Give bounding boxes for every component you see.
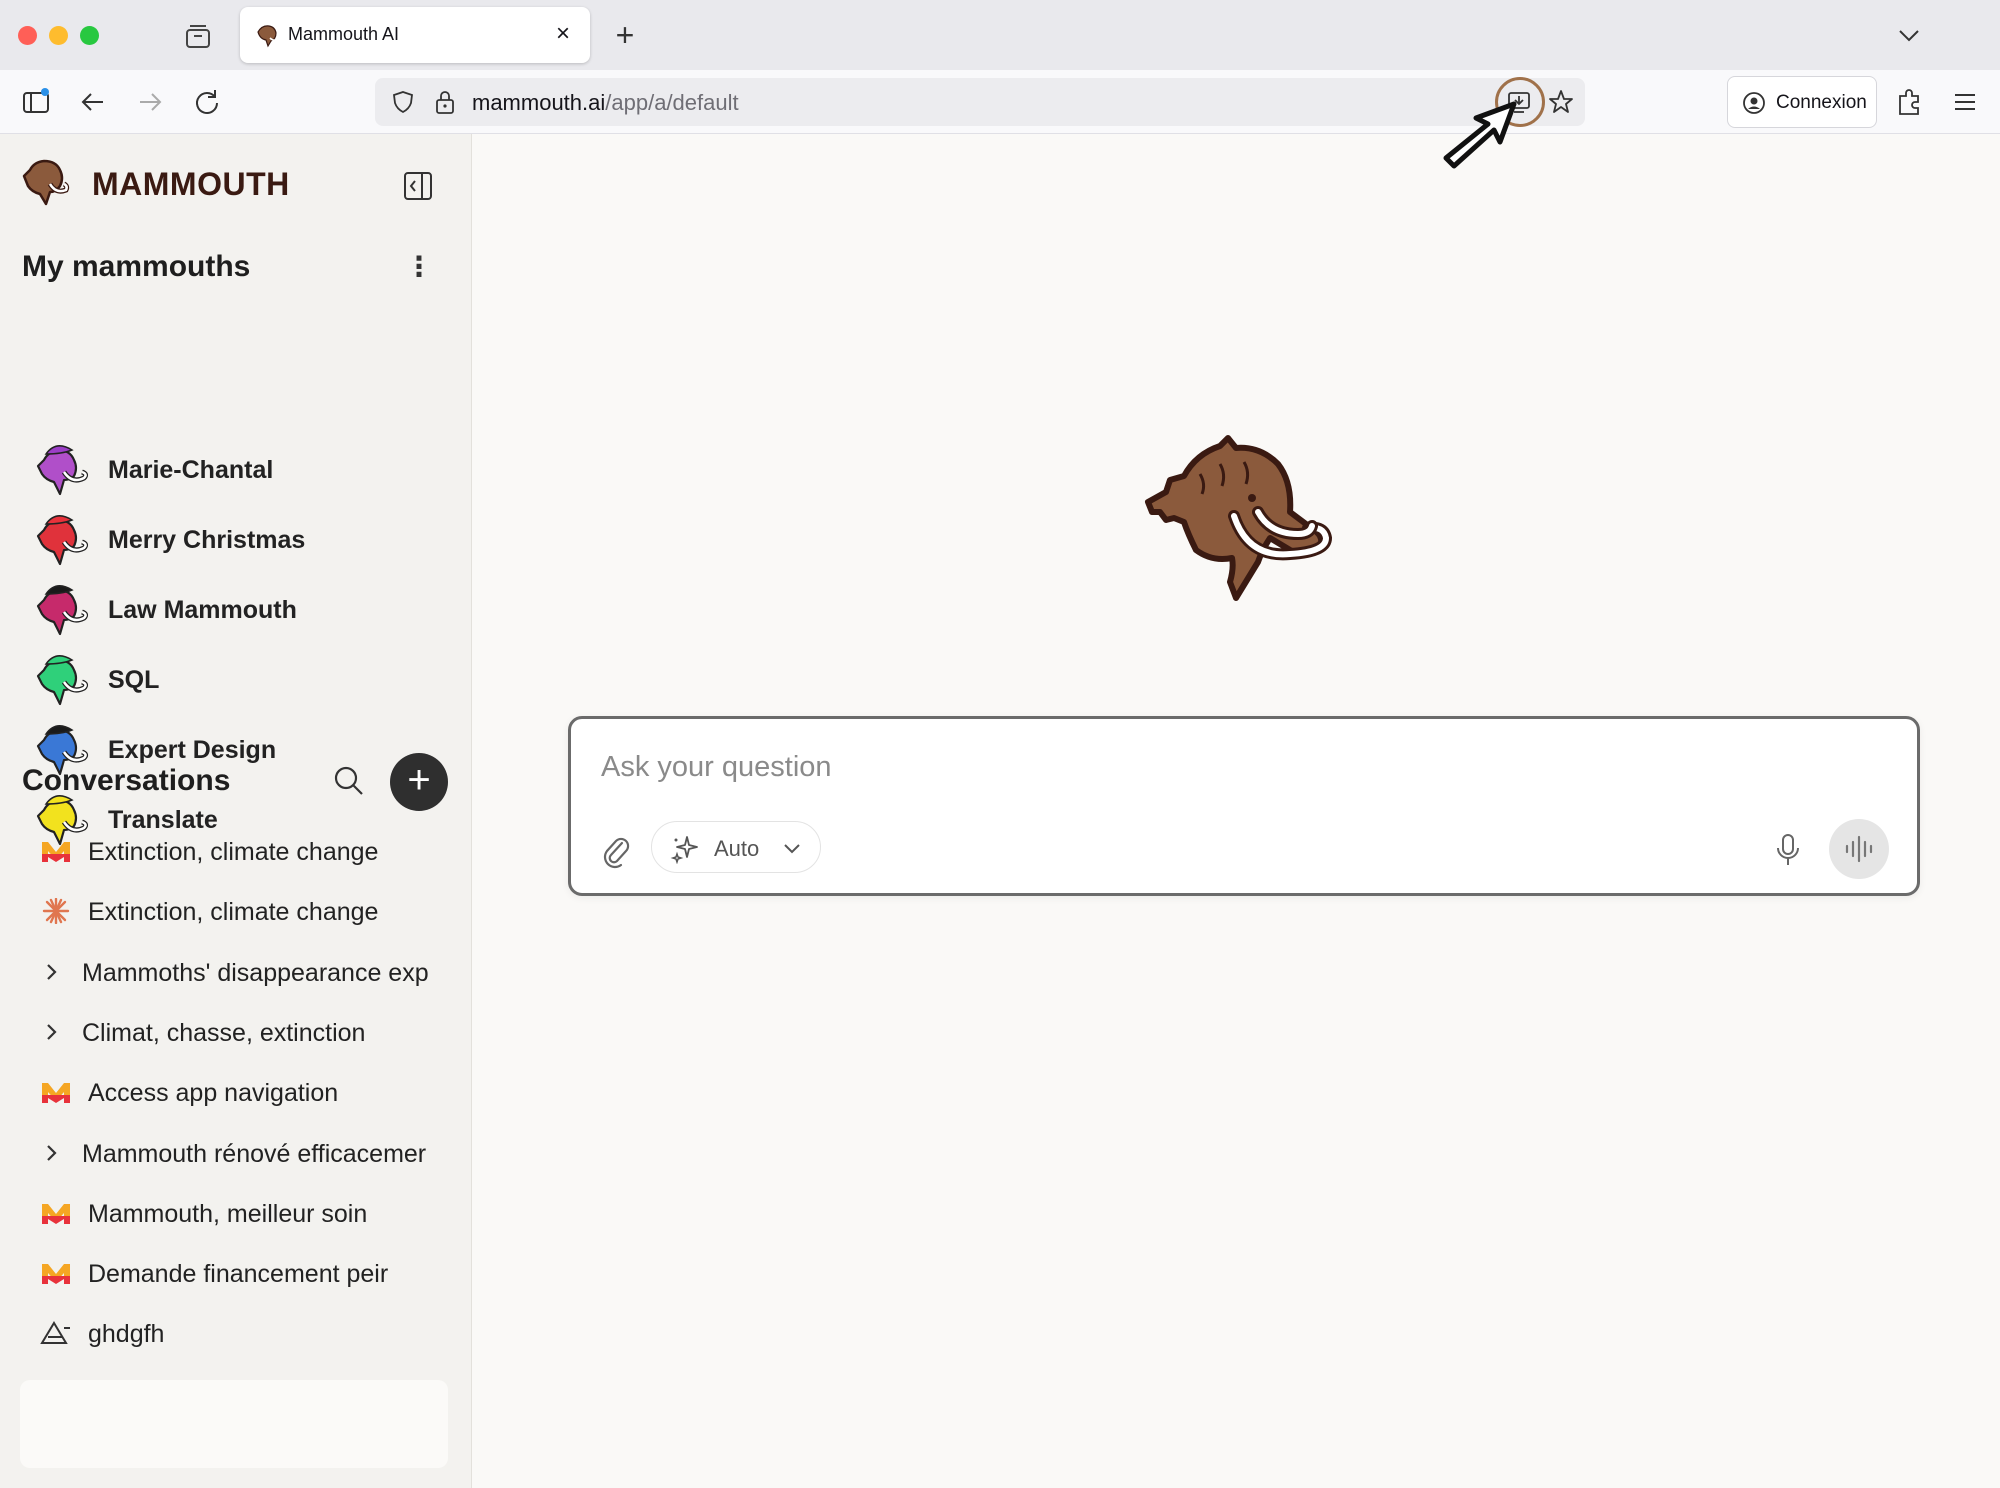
install-app-icon[interactable] [1505,88,1533,116]
connexion-button[interactable]: Connexion [1727,76,1877,128]
mammoth-label: Law Mammouth [108,596,297,624]
sidebar-footer-panel [20,1380,448,1468]
mammoth-label: Marie-Chantal [108,456,274,484]
conversation-item[interactable]: Extinction, climate change [22,886,444,936]
model-selector[interactable]: Auto [651,821,821,873]
mammouth-logo-icon [22,159,70,206]
mammoth-item[interactable]: SQL [28,648,448,710]
perplexity-icon [40,1321,70,1344]
chat-composer: Auto [568,716,1920,896]
conversation-item[interactable]: Mammoths' disappearance exp [22,947,444,997]
extensions-puzzle-icon[interactable] [1895,86,1925,118]
conversation-item[interactable]: Extinction, climate change [22,826,444,876]
conversations-title: Conversations [22,764,231,797]
conversation-label: Demande financement peir [88,1260,389,1288]
window-minimize-button[interactable] [49,26,68,45]
conversation-label: Mammoths' disappearance exp [82,959,429,987]
conversation-label: Extinction, climate change [88,898,379,926]
conversation-label: Climat, chasse, extinction [82,1019,366,1047]
sidebar-toggle-icon[interactable] [20,86,52,118]
window-close-button[interactable] [18,26,37,45]
conversation-item[interactable]: Access app navigation [22,1067,444,1117]
account-icon [1743,92,1765,114]
browser-tab-bar: Mammouth AI × + [0,0,2000,70]
conversation-item[interactable]: Climat, chasse, extinction [22,1007,444,1057]
mammouth-m-icon [42,1083,70,1103]
audio-waveform-icon [1845,835,1873,863]
mammoth-label: Expert Design [108,736,277,764]
main-panel: Auto [473,134,2000,1488]
conversation-item[interactable]: Mammouth rénové efficacemer [22,1128,444,1178]
connexion-label: Connexion [1776,92,1867,113]
mammouth-hero-logo-icon [1145,435,1333,601]
mammoth-item[interactable]: Marie-Chantal [28,438,448,500]
conversation-item[interactable]: Mammouth, meilleur soin [22,1188,444,1238]
back-arrow-icon[interactable] [77,86,109,118]
brand-name: MAMMOUTH [92,166,290,202]
sparkles-icon [670,836,698,864]
conversation-item[interactable]: Demande financement peir [22,1248,444,1298]
mammoth-favicon-icon [257,25,279,48]
mammouth-m-icon [42,1264,70,1284]
sidebar: MAMMOUTH My mammouths ⋮ Marie-Chantal Mer… [0,134,472,1488]
browser-nav-bar: mammouth.ai/app/a/default Connexion [0,70,2000,134]
search-icon[interactable] [332,764,366,798]
voice-mode-button[interactable] [1829,819,1889,879]
mammoth-item[interactable]: Merry Christmas [28,508,448,570]
mammoth-label: Merry Christmas [108,526,306,554]
mammoth-avatar-icon [36,655,89,706]
model-label: Auto [714,836,760,861]
conversation-item[interactable]: ghdgfh [22,1308,444,1358]
mammoth-avatar-icon [36,445,89,496]
conversation-label: Extinction, climate change [88,838,379,866]
tab-close-icon[interactable]: × [550,21,576,47]
chevron-down-icon [784,844,800,854]
tab-list-icon[interactable] [183,22,213,52]
mammoth-label: SQL [108,666,160,694]
forward-arrow-icon[interactable] [134,86,166,118]
conversation-label: Mammouth, meilleur soin [88,1200,368,1228]
chevron-right-icon[interactable] [40,1138,64,1168]
conversation-label: Access app navigation [88,1079,339,1107]
claude-spark-icon [42,898,70,924]
tab-title: Mammouth AI [288,24,400,44]
microphone-icon[interactable] [1774,832,1802,868]
shield-icon[interactable] [391,90,415,114]
chevron-right-icon[interactable] [40,957,64,987]
question-input[interactable] [601,747,1881,787]
conversation-label: ghdgfh [88,1320,165,1348]
new-conversation-button[interactable]: + [390,753,448,811]
url-text[interactable]: mammouth.ai/app/a/default [472,90,739,116]
url-bar[interactable]: mammouth.ai/app/a/default [375,77,1585,127]
reload-icon[interactable] [191,86,223,118]
bookmark-star-icon[interactable] [1547,88,1575,116]
chevron-right-icon[interactable] [40,1017,64,1047]
url-host: mammouth.ai [472,90,606,115]
url-path: /app/a/default [605,90,739,115]
conversation-label: Mammouth rénové efficacemer [82,1140,427,1168]
collapse-sidebar-icon[interactable] [402,170,434,202]
more-options-icon[interactable]: ⋮ [405,252,433,284]
lock-icon[interactable] [433,89,457,115]
window-zoom-button[interactable] [80,26,99,45]
browser-tab-active[interactable]: Mammouth AI × [240,7,590,63]
chevron-down-icon[interactable] [1894,20,1924,50]
paperclip-icon[interactable] [601,833,631,869]
mammoth-item[interactable]: Law Mammouth [28,578,448,640]
mammouth-m-icon [42,842,70,862]
hamburger-menu-icon[interactable] [1950,86,1980,118]
mammoth-avatar-icon [36,515,89,566]
mammouth-m-icon [42,1204,70,1224]
new-tab-button[interactable]: + [610,19,640,51]
mammoth-avatar-icon [36,585,89,636]
my-mammouths-title: My mammouths [22,250,251,283]
